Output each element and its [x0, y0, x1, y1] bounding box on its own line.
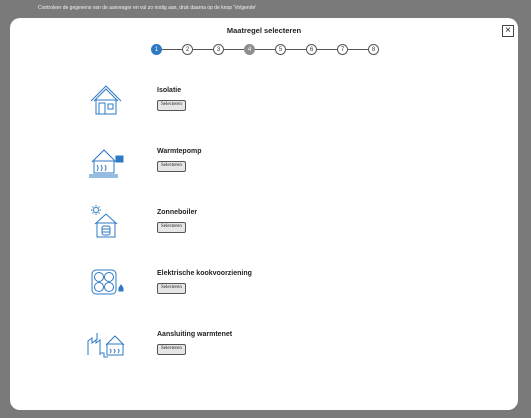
select-zonneboiler-button[interactable]: Selecteren [157, 222, 186, 233]
step-6: 6 [306, 44, 317, 55]
electric-cooktop-icon [91, 269, 124, 295]
option-title: Elektrische kookvoorziening [157, 270, 252, 277]
select-aansluiting-warmtenet-button[interactable]: Selecteren [157, 344, 186, 355]
step-connector [193, 49, 213, 50]
step-connector [255, 49, 275, 50]
solar-boiler-icon [91, 205, 118, 238]
step-7: 7 [337, 44, 348, 55]
option-title: Zonneboiler [157, 209, 198, 216]
heat-pump-icon [89, 149, 124, 178]
step-8: 8 [368, 44, 379, 55]
step-connector [224, 49, 244, 50]
step-connector [162, 49, 182, 50]
step-3: 3 [213, 44, 224, 55]
select-warmtepomp-button[interactable]: Selecteren [157, 161, 186, 172]
modal-title: Maatregel selecteren [226, 26, 302, 35]
option-elektrische-kookvoorziening: Elektrische kookvoorziening Selecteren [10, 266, 518, 306]
stepper: 1 2 3 4 5 6 7 8 [151, 44, 379, 55]
option-title: Aansluiting warmtenet [157, 331, 233, 338]
house-insulation-icon [90, 85, 122, 115]
heat-network-icon [87, 333, 125, 358]
option-title: Isolatie [157, 87, 182, 94]
step-2: 2 [182, 44, 193, 55]
background-instruction: Controleer de gegevens van de aanvrager … [38, 5, 257, 11]
step-1: 1 [151, 44, 162, 55]
select-measure-modal: × Maatregel selecteren 1 2 3 4 5 6 7 8 I [10, 18, 518, 410]
option-aansluiting-warmtenet: Aansluiting warmtenet Selecteren [10, 327, 518, 367]
option-title: Warmtepomp [157, 148, 202, 155]
step-5: 5 [275, 44, 286, 55]
select-isolatie-button[interactable]: Selecteren [157, 100, 186, 111]
option-zonneboiler: Zonneboiler Selecteren [10, 205, 518, 245]
step-connector [286, 49, 306, 50]
step-connector [348, 49, 368, 50]
option-warmtepomp: Warmtepomp Selecteren [10, 144, 518, 184]
step-4: 4 [244, 44, 255, 55]
step-connector [317, 49, 337, 50]
select-elektrische-kookvoorziening-button[interactable]: Selecteren [157, 283, 186, 294]
option-isolatie: Isolatie Selecteren [10, 83, 518, 123]
